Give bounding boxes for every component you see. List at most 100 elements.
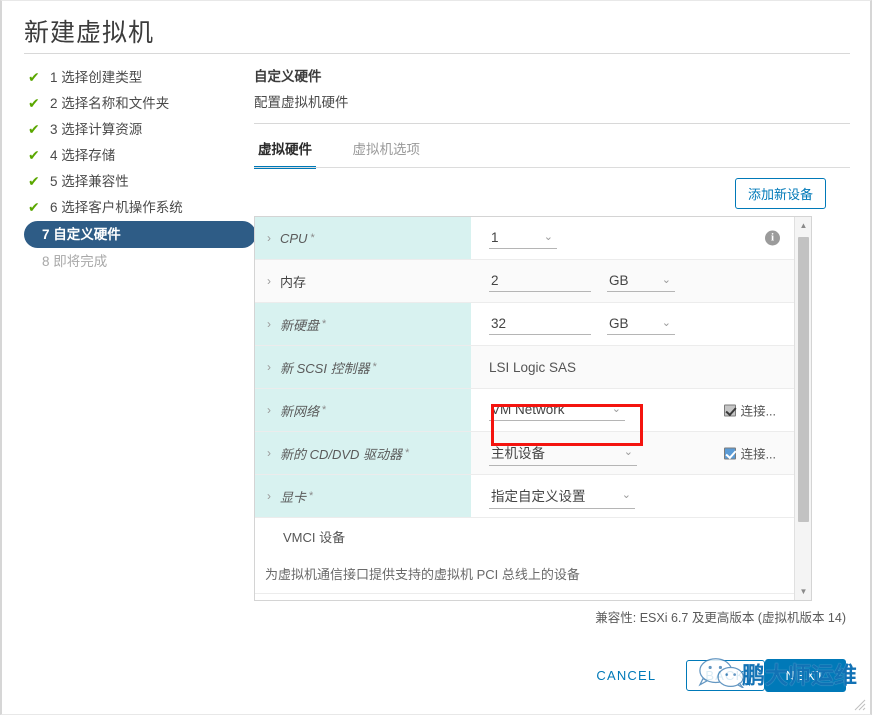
step-label: 选择存储 [61, 148, 116, 163]
step-number: 4 [50, 148, 58, 163]
row-label-memory: › 内存 [255, 260, 471, 302]
hardware-device-table: › CPU * 1 ⌄ i › 内存 2 GB ⌄ › 新硬盘 * 32 GB … [254, 216, 812, 601]
scroll-down-arrow-icon[interactable]: ▼ [795, 583, 811, 600]
step-label: 选择创建类型 [61, 70, 143, 85]
network-value: VM Network [491, 401, 565, 417]
step-number: 3 [50, 122, 58, 137]
new-vm-wizard-window: 新建虚拟机 ✔ 1 选择创建类型 ✔ 2 选择名称和文件夹 ✔ 3 选择计算资源… [0, 0, 872, 715]
chevron-right-icon[interactable]: › [267, 403, 271, 417]
tab-bar: 虚拟硬件 虚拟机选项 [254, 138, 854, 169]
sidebar-item-step-3[interactable]: ✔ 3 选择计算资源 [24, 117, 244, 142]
row-value-new-scsi-controller: LSI Logic SAS [471, 346, 794, 388]
check-icon: ✔ [28, 95, 40, 111]
scroll-up-arrow-icon[interactable]: ▲ [795, 217, 811, 234]
step-number: 6 [50, 200, 58, 215]
scrollbar-thumb[interactable] [798, 237, 809, 522]
row-value-new-network: VM Network ⌄ 连接... [471, 389, 794, 431]
sidebar-item-step-2[interactable]: ✔ 2 选择名称和文件夹 [24, 91, 244, 116]
cancel-button[interactable]: CANCEL [584, 660, 668, 691]
scsi-controller-type: LSI Logic SAS [489, 359, 577, 375]
table-row-vmci-device: VMCI 设备 [255, 518, 794, 554]
compatibility-note: 兼容性: ESXi 6.7 及更高版本 (虚拟机版本 14) [595, 611, 846, 625]
row-label-new-hard-disk: › 新硬盘 * [255, 303, 471, 345]
next-button[interactable]: NEXT [764, 659, 846, 692]
row-label-new-scsi-controller: › 新 SCSI 控制器 * [255, 346, 471, 388]
tab-virtual-hardware[interactable]: 虚拟硬件 [254, 138, 316, 169]
chevron-right-icon[interactable]: › [267, 489, 271, 503]
step-label: 选择名称和文件夹 [61, 96, 170, 111]
main-panel: 自定义硬件 配置虚拟机硬件 虚拟硬件 虚拟机选项 添加新设备 › CPU * 1… [254, 65, 854, 601]
hard-disk-unit-dropdown[interactable]: GB ⌄ [607, 314, 675, 335]
checkbox-checked-icon [723, 447, 736, 459]
hard-disk-unit-value: GB [609, 315, 629, 331]
cpu-count-value: 1 [491, 229, 499, 245]
connect-label: 连接... [740, 447, 776, 462]
network-connect-checkbox[interactable]: 连接... [723, 401, 776, 420]
step-number: 8 [42, 254, 50, 269]
tab-vm-options[interactable]: 虚拟机选项 [348, 138, 424, 166]
table-row-cpu[interactable]: › CPU * 1 ⌄ i [255, 217, 794, 260]
memory-size-input[interactable] [489, 270, 591, 292]
sidebar-item-step-6[interactable]: ✔ 6 选择客户机操作系统 [24, 195, 244, 220]
network-dropdown[interactable]: VM Network ⌄ [489, 400, 625, 421]
sidebar-item-step-5[interactable]: ✔ 5 选择兼容性 [24, 169, 244, 194]
table-row-new-hard-disk[interactable]: › 新硬盘 * GB ⌄ [255, 303, 794, 346]
chevron-right-icon[interactable]: › [267, 274, 271, 288]
chevron-right-icon[interactable]: › [267, 360, 271, 374]
sidebar-item-step-8[interactable]: 8 即将完成 [24, 249, 244, 274]
table-row-video-card[interactable]: › 显卡 * 指定自定义设置 ⌄ [255, 475, 794, 518]
cd-dvd-connect-checkbox[interactable]: 连接... [723, 444, 776, 463]
cd-dvd-source-dropdown[interactable]: 主机设备 ⌄ [489, 440, 637, 466]
check-icon: ✔ [28, 147, 40, 163]
table-row-new-network[interactable]: › 新网络 * VM Network ⌄ 连接... [255, 389, 794, 432]
chevron-right-icon[interactable]: › [267, 317, 271, 331]
back-button[interactable]: BACK [686, 660, 765, 691]
panel-subheading: 配置虚拟机硬件 [254, 95, 349, 110]
sidebar-item-step-4[interactable]: ✔ 4 选择存储 [24, 143, 244, 168]
row-value-video-card: 指定自定义设置 ⌄ [471, 475, 794, 517]
row-value-cpu: 1 ⌄ i [471, 217, 794, 259]
table-row-memory[interactable]: › 内存 GB ⌄ [255, 260, 794, 303]
vmci-device-name: VMCI 设备 [283, 529, 346, 545]
add-new-device-button[interactable]: 添加新设备 [734, 178, 826, 209]
hardware-rows-viewport: › CPU * 1 ⌄ i › 内存 2 GB ⌄ › 新硬盘 * 32 GB … [255, 217, 794, 600]
row-label-cpu: › CPU * [255, 217, 471, 259]
step-number: 2 [50, 96, 58, 111]
hardware-table-scrollbar[interactable]: ▲ ▼ [794, 217, 811, 600]
device-name: 显卡 [280, 489, 307, 505]
memory-unit-dropdown[interactable]: GB ⌄ [607, 271, 675, 292]
step-label: 即将完成 [53, 254, 108, 269]
sidebar-item-step-7[interactable]: 7 自定义硬件 [24, 221, 256, 248]
chevron-down-icon: ⌄ [611, 402, 621, 415]
check-icon: ✔ [28, 199, 40, 215]
row-value-new-cd-dvd-drive: 主机设备 ⌄ 连接... [471, 432, 794, 474]
step-label: 自定义硬件 [53, 227, 121, 242]
chevron-right-icon[interactable]: › [267, 446, 271, 460]
sidebar-item-step-1[interactable]: ✔ 1 选择创建类型 [24, 65, 244, 90]
device-name: 内存 [280, 274, 307, 290]
tab-bar-underline [254, 167, 850, 168]
hard-disk-size-input[interactable] [489, 313, 591, 335]
cpu-count-dropdown[interactable]: 1 ⌄ [489, 228, 557, 249]
vmci-device-description: 为虚拟机通信接口提供支持的虚拟机 PCI 总线上的设备 [255, 554, 794, 594]
resize-grip-icon[interactable] [854, 699, 866, 711]
device-name: CPU [280, 230, 308, 246]
table-row-new-cd-dvd-drive[interactable]: › 新的 CD/DVD 驱动器 * 主机设备 ⌄ 连接... [255, 432, 794, 475]
row-label-video-card: › 显卡 * [255, 475, 471, 517]
step-number: 5 [50, 174, 58, 189]
title-divider [24, 53, 850, 54]
info-icon[interactable]: i [765, 230, 780, 246]
check-icon: ✔ [28, 121, 40, 137]
panel-divider [254, 123, 850, 124]
chevron-down-icon: ⌄ [543, 230, 553, 243]
step-number: 7 [42, 227, 50, 242]
step-label: 选择兼容性 [61, 174, 129, 189]
connect-label: 连接... [740, 404, 776, 419]
step-label: 选择客户机操作系统 [61, 200, 183, 215]
video-card-settings-dropdown[interactable]: 指定自定义设置 ⌄ [489, 483, 635, 509]
table-row-new-scsi-controller[interactable]: › 新 SCSI 控制器 * LSI Logic SAS [255, 346, 794, 389]
table-row-new-sata-controller[interactable]: 新建 SATA 控制器 新建 SATA 控制器 [255, 594, 794, 600]
chevron-right-icon[interactable]: › [267, 231, 271, 245]
toolbar-row: 添加新设备 [254, 178, 854, 212]
panel-heading: 自定义硬件 [254, 69, 322, 84]
